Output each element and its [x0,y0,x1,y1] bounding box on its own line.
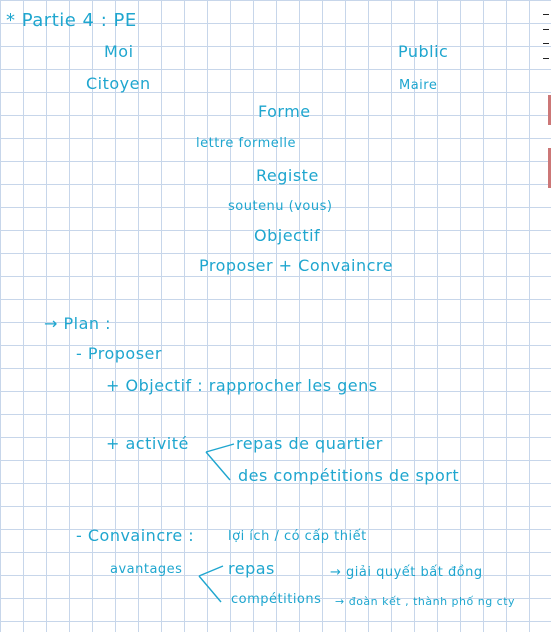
left-role: Moi [104,42,134,61]
convaincre-note: lợi ích / có cấp thiết [228,529,367,544]
registre-heading: Registe [256,166,319,185]
page-title: * Partie 4 : PE [6,10,137,31]
right-role: Public [398,42,449,61]
objectif-heading: Objectif [254,226,321,245]
objectif-value: Proposer + Convaincre [199,256,393,275]
right-identity: Maire [399,78,438,93]
objectif-line: + Objectif : rapprocher les gens [106,376,378,395]
registre-value: soutenu (vous) [228,199,333,214]
forme-heading: Forme [258,102,311,121]
left-identity: Citoyen [86,74,151,93]
activite-brace-icon [205,443,235,481]
avantages-label: avantages [110,562,183,577]
avantages-item-1: repas [228,559,275,578]
avantages-brace-icon [198,565,224,603]
avantages-note-1: → giải quyết bất đồng [330,565,483,580]
forme-type: lettre formelle [196,136,297,151]
convaincre-heading: - Convaincre : [76,526,195,545]
edge-mark [543,14,549,15]
activite-label: + activité [106,434,189,453]
activite-item-2: des compétitions de sport [238,466,460,485]
edge-mark [543,43,549,44]
activite-item-1: repas de quartier [236,434,383,453]
avantages-note-2: → đoàn kết , thành phố ng cty [335,595,516,608]
edge-mark [543,29,549,30]
edge-mark [543,58,549,59]
plan-heading: → Plan : [44,314,112,333]
proposer-heading: - Proposer [76,344,162,363]
avantages-item-2: compétitions [231,592,322,607]
